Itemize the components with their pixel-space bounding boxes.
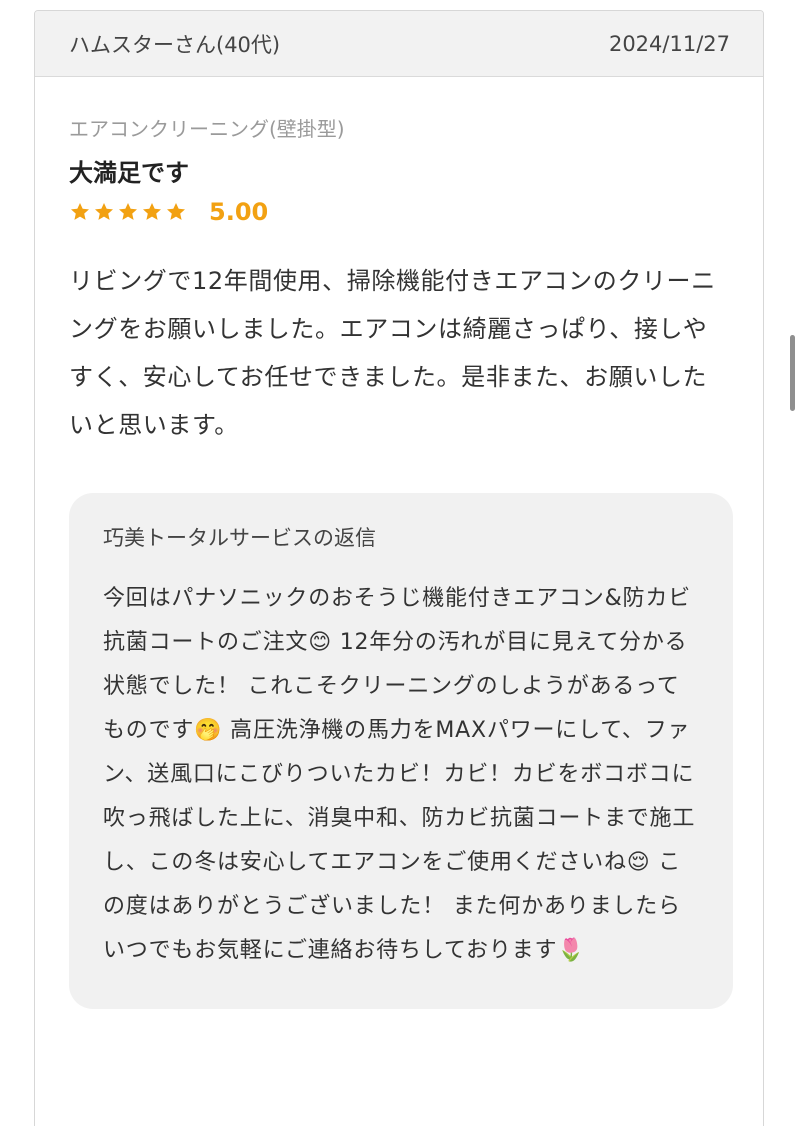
review-header: ハムスターさん(40代) 2024/11/27 <box>35 11 763 77</box>
star-icon <box>141 201 163 223</box>
reply-box: 巧美トータルサービスの返信 今回はパナソニックのおそうじ機能付きエアコン&防カビ… <box>69 493 733 1009</box>
star-icon <box>69 201 91 223</box>
star-icon <box>117 201 139 223</box>
reply-title: 巧美トータルサービスの返信 <box>103 526 376 550</box>
page: ハムスターさん(40代) 2024/11/27 エアコンクリーニング(壁掛型) … <box>0 0 800 1126</box>
service-name: エアコンクリーニング(壁掛型) <box>69 117 345 141</box>
review-title: 大満足です <box>69 159 189 187</box>
review-date: 2024/11/27 <box>608 31 730 56</box>
rating-score: 5.00 <box>209 198 269 226</box>
reply-text: 今回はパナソニックのおそうじ機能付きエアコン&防カビ抗菌コートのご注文😊 12年… <box>103 586 696 963</box>
star-rating <box>69 201 187 223</box>
review-comment: リビングで12年間使用、掃除機能付きエアコンのクリーニングをお願いしました。エア… <box>69 267 716 439</box>
star-icon <box>165 201 187 223</box>
scrollbar[interactable] <box>790 335 795 411</box>
reviewer-name: ハムスターさん(40代) <box>69 32 281 57</box>
review-body: エアコンクリーニング(壁掛型) 大満足です 5.00 リビングで12年間使用、掃… <box>35 115 763 1009</box>
review-card: ハムスターさん(40代) 2024/11/27 エアコンクリーニング(壁掛型) … <box>34 10 764 1126</box>
rating: 5.00 <box>69 197 729 227</box>
star-icon <box>93 201 115 223</box>
